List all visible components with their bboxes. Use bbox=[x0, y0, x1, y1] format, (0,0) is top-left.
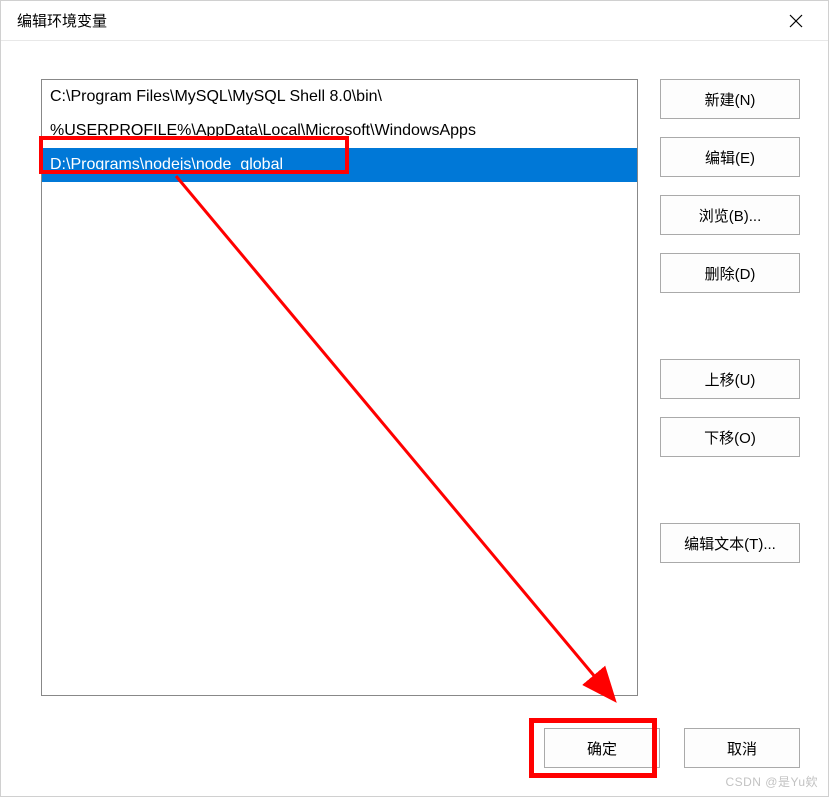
delete-button[interactable]: 删除(D) bbox=[660, 253, 800, 293]
list-item[interactable]: D:\Programs\nodejs\node_global bbox=[42, 148, 637, 182]
cancel-button[interactable]: 取消 bbox=[684, 728, 800, 768]
close-button[interactable] bbox=[776, 6, 816, 36]
list-item[interactable]: %USERPROFILE%\AppData\Local\Microsoft\Wi… bbox=[42, 114, 637, 148]
move-down-button[interactable]: 下移(O) bbox=[660, 417, 800, 457]
environment-variable-edit-dialog: 编辑环境变量 C:\Program Files\MySQL\MySQL Shel… bbox=[0, 0, 829, 797]
path-list[interactable]: C:\Program Files\MySQL\MySQL Shell 8.0\b… bbox=[41, 79, 638, 696]
close-icon bbox=[789, 14, 803, 28]
list-item[interactable]: C:\Program Files\MySQL\MySQL Shell 8.0\b… bbox=[42, 80, 637, 114]
side-button-column: 新建(N) 编辑(E) 浏览(B)... 删除(D) 上移(U) 下移(O) 编… bbox=[660, 79, 800, 581]
bottom-button-row: 确定 取消 bbox=[544, 728, 800, 768]
new-button[interactable]: 新建(N) bbox=[660, 79, 800, 119]
edit-text-button[interactable]: 编辑文本(T)... bbox=[660, 523, 800, 563]
edit-button[interactable]: 编辑(E) bbox=[660, 137, 800, 177]
watermark: CSDN @是Yu欸 bbox=[725, 773, 818, 790]
ok-button[interactable]: 确定 bbox=[544, 728, 660, 768]
browse-button[interactable]: 浏览(B)... bbox=[660, 195, 800, 235]
dialog-title: 编辑环境变量 bbox=[17, 10, 107, 31]
titlebar: 编辑环境变量 bbox=[1, 1, 828, 41]
move-up-button[interactable]: 上移(U) bbox=[660, 359, 800, 399]
